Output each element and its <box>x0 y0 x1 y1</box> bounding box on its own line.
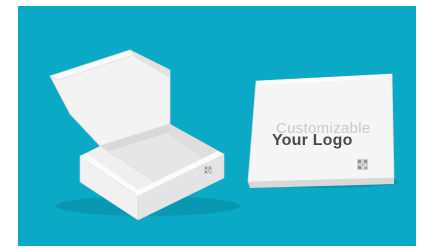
qr-code-icon <box>204 166 212 174</box>
product-mockup-scene: Customizable Your Logo <box>18 6 416 246</box>
qr-code-icon <box>357 159 368 170</box>
logo-text: Your Logo <box>272 132 353 149</box>
